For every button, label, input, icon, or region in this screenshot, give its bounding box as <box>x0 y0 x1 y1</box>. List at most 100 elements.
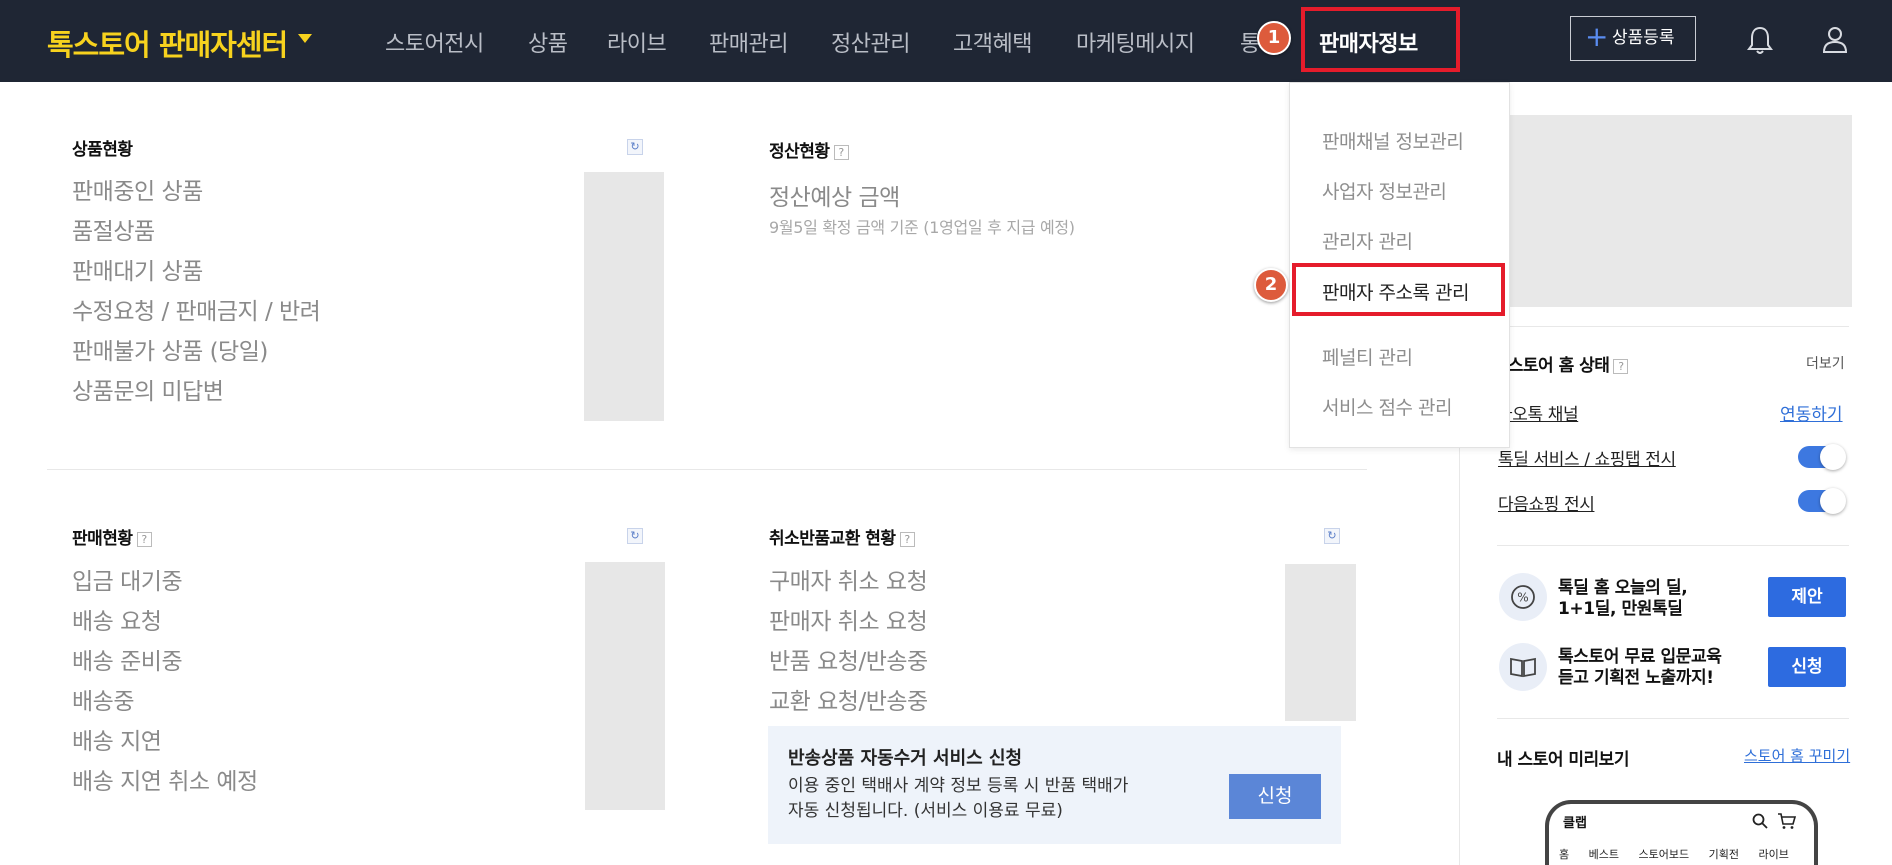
help-icon[interactable]: ? <box>1613 359 1629 374</box>
nav-live[interactable]: 라이브 <box>607 26 667 58</box>
daum-shopping-toggle[interactable] <box>1798 488 1846 514</box>
list-item[interactable]: 수정요청 / 판매금지 / 반려 <box>72 292 321 332</box>
promo-title: 반송상품 자동수거 서비스 신청 <box>788 748 1023 769</box>
product-status-title: 상품현황 <box>72 140 133 160</box>
menu-item-seller-address-book-label: 판매자 주소록 관리 <box>1322 282 1469 304</box>
nav-customer-benefits[interactable]: 고객혜택 <box>953 26 1032 58</box>
sales-status-list: 입금 대기중 배송 요청 배송 준비중 배송중 배송 지연 배송 지연 취소 예… <box>72 562 258 802</box>
refresh-icon[interactable]: ↻ <box>1324 528 1340 544</box>
nav-seller-info[interactable]: 판매자정보 <box>1301 7 1460 72</box>
phone-tab-bar: 홈 베스트 스토어보드 기획전 라이브 <box>1559 846 1805 862</box>
daum-shopping-link[interactable]: 다음쇼핑 전시 <box>1498 490 1595 515</box>
phone-tab-best: 베스트 <box>1588 848 1619 861</box>
deal-service-toggle[interactable] <box>1798 444 1846 470</box>
education-promo-line-1: 톡스토어 무료 입문교육 <box>1558 647 1722 667</box>
user-icon[interactable] <box>1820 24 1850 56</box>
phone-tab-home: 홈 <box>1559 848 1570 861</box>
list-item[interactable]: 판매자 취소 요청 <box>769 602 928 642</box>
register-product-button[interactable]: + 상품등록 <box>1570 16 1696 61</box>
deal-service-link[interactable]: 톡딜 서비스 / 쇼핑탭 전시 <box>1498 445 1676 470</box>
store-home-status-label: l 스토어 홈 상태 <box>1497 356 1610 376</box>
nav-store-display[interactable]: 스토어전시 <box>385 26 484 58</box>
nav-settlement-management[interactable]: 정산관리 <box>831 26 910 58</box>
list-item[interactable]: 상품문의 미답변 <box>72 372 320 412</box>
list-item[interactable]: 배송 지연 취소 예정 <box>72 762 258 802</box>
menu-item-penalty-management[interactable]: 페널티 관리 <box>1322 343 1413 370</box>
phone-tab-storeboard: 스토어보드 <box>1638 848 1690 861</box>
refresh-icon[interactable]: ↻ <box>627 139 643 155</box>
phone-tab-live: 라이브 <box>1758 848 1789 861</box>
nav-sales-management[interactable]: 판매관리 <box>709 26 788 58</box>
promo-description-line-1: 이용 중인 택배사 계약 정보 등록 시 반품 택배가 <box>788 776 1129 796</box>
discount-badge-icon: % <box>1499 573 1547 621</box>
menu-item-business-info[interactable]: 사업자 정보관리 <box>1322 177 1447 204</box>
brand-title[interactable]: 톡스토어 판매자센터 <box>47 22 288 64</box>
menu-item-sales-channel-info[interactable]: 판매채널 정보관리 <box>1322 127 1464 154</box>
svg-text:%: % <box>1517 591 1528 605</box>
decorate-store-home-link[interactable]: 스토어 홈 꾸미기 <box>1744 745 1850 766</box>
sales-status-title: 판매현황? <box>72 524 152 549</box>
chevron-down-icon[interactable] <box>298 34 312 43</box>
divider <box>1497 326 1849 327</box>
phone-tab-exhibition: 기획전 <box>1708 848 1739 861</box>
list-item[interactable]: 배송 지연 <box>72 722 258 762</box>
section-divider <box>47 469 1367 470</box>
list-item[interactable]: 구매자 취소 요청 <box>769 562 928 602</box>
more-link[interactable]: 더보기 <box>1806 353 1845 373</box>
menu-item-seller-address-book[interactable]: 판매자 주소록 관리 <box>1292 263 1505 316</box>
divider <box>1497 718 1849 719</box>
settlement-status-title: 정산현황? <box>769 137 849 162</box>
help-icon[interactable]: ? <box>136 532 152 547</box>
settlement-status-label: 정산현황 <box>769 142 830 162</box>
menu-item-manager-management[interactable]: 관리자 관리 <box>1322 227 1413 254</box>
propose-button[interactable]: 제안 <box>1768 577 1846 617</box>
list-item[interactable]: 판매대기 상품 <box>72 252 320 292</box>
connect-link[interactable]: 연동하기 <box>1780 400 1843 425</box>
placeholder-block <box>1285 564 1356 721</box>
list-item[interactable]: 교환 요청/반송중 <box>769 682 928 722</box>
list-item[interactable]: 판매중인 상품 <box>72 172 320 212</box>
top-navigation-bar: 톡스토어 판매자센터 스토어전시 상품 라이브 판매관리 정산관리 고객혜택 마… <box>0 0 1892 82</box>
plus-icon: + <box>1585 20 1609 53</box>
list-item[interactable]: 반품 요청/반송중 <box>769 642 928 682</box>
nav-seller-info-label: 판매자정보 <box>1319 32 1418 57</box>
apply-education-button[interactable]: 신청 <box>1768 647 1846 687</box>
store-preview-phone: 클랩 홈 베스트 스토어보드 기획전 라이브 <box>1545 800 1818 865</box>
bell-icon[interactable] <box>1745 24 1775 56</box>
product-status-list: 판매중인 상품 품절상품 판매대기 상품 수정요청 / 판매금지 / 반려 판매… <box>72 172 321 412</box>
divider <box>1497 545 1849 546</box>
placeholder-block <box>585 562 665 810</box>
list-item[interactable]: 배송중 <box>72 682 258 722</box>
refresh-icon[interactable]: ↻ <box>627 528 643 544</box>
auto-pickup-promo-banner: 반송상품 자동수거 서비스 신청 이용 중인 택배사 계약 정보 등록 시 반품… <box>768 726 1341 844</box>
register-product-label: 상품등록 <box>1612 28 1675 48</box>
claims-status-list: 구매자 취소 요청 판매자 취소 요청 반품 요청/반송중 교환 요청/반송중 <box>769 562 928 722</box>
help-icon[interactable]: ? <box>833 145 849 160</box>
list-item[interactable]: 판매불가 상품 (당일) <box>72 332 320 372</box>
book-icon <box>1499 643 1547 691</box>
help-icon[interactable]: ? <box>899 532 915 547</box>
education-promo-text: 톡스토어 무료 입문교육 듣고 기획전 노출까지! <box>1558 647 1722 689</box>
claims-status-title: 취소반품교환 현황? <box>769 524 915 549</box>
settlement-expected-amount-label: 정산예상 금액 <box>769 185 900 211</box>
nav-marketing-messages[interactable]: 마케팅메시지 <box>1076 26 1195 58</box>
deal-promo-text: 톡딜 홈 오늘의 딜, 1+1딜, 만원톡딜 <box>1558 578 1688 620</box>
education-promo-line-2: 듣고 기획전 노출까지! <box>1558 668 1714 688</box>
claims-status-label: 취소반품교환 현황 <box>769 529 896 549</box>
list-item[interactable]: 품절상품 <box>72 212 320 252</box>
placeholder-block <box>584 172 664 421</box>
apply-button[interactable]: 신청 <box>1229 774 1321 819</box>
phone-store-name: 클랩 <box>1563 816 1587 831</box>
list-item[interactable]: 배송 요청 <box>72 602 258 642</box>
deal-promo-line-2: 1+1딜, 만원톡딜 <box>1558 599 1683 619</box>
deal-promo-line-1: 톡딜 홈 오늘의 딜, <box>1558 578 1688 598</box>
menu-item-service-score-management[interactable]: 서비스 점수 관리 <box>1322 393 1452 420</box>
list-item[interactable]: 입금 대기중 <box>72 562 258 602</box>
nav-products[interactable]: 상품 <box>528 26 568 58</box>
cart-icon <box>1778 813 1797 829</box>
sales-status-label: 판매현황 <box>72 529 133 549</box>
promo-description: 이용 중인 택배사 계약 정보 등록 시 반품 택배가 자동 신청됩니다. (서… <box>788 774 1128 824</box>
search-icon <box>1752 813 1768 829</box>
list-item[interactable]: 배송 준비중 <box>72 642 258 682</box>
step-badge-2: 2 <box>1254 268 1288 302</box>
